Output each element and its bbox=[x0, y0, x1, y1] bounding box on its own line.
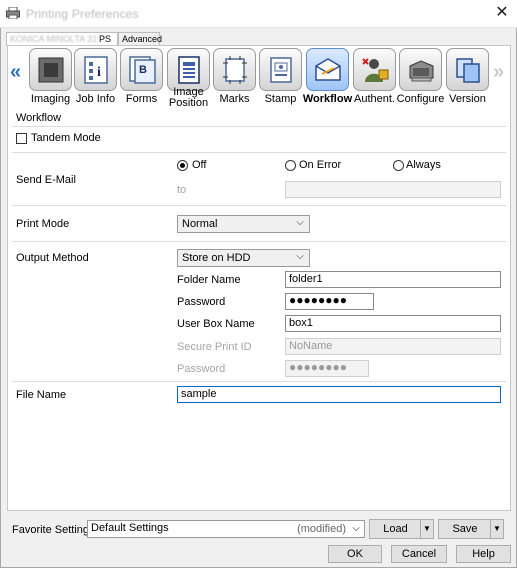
caret-down-icon[interactable]: ▼ bbox=[490, 520, 503, 538]
secure-password-field[interactable]: ●●●●●●●● bbox=[285, 360, 369, 377]
send-email-always-radio[interactable] bbox=[393, 160, 404, 171]
tandem-mode-checkbox[interactable] bbox=[16, 133, 27, 144]
file-name-label: File Name bbox=[16, 389, 67, 401]
send-email-off-radio[interactable] bbox=[177, 160, 188, 171]
forms-icon: B bbox=[120, 48, 163, 91]
output-method-select[interactable]: Store on HDD ⌵ bbox=[177, 249, 310, 267]
version-icon bbox=[446, 48, 489, 91]
file-name-field[interactable]: sample bbox=[177, 386, 501, 403]
tab-model-name: KONICA MINOLTA 3100 PCL bbox=[10, 34, 98, 44]
favorite-setting-label: Favorite Setting bbox=[12, 524, 90, 536]
radio-label: Off bbox=[192, 159, 207, 171]
cancel-button[interactable]: Cancel bbox=[391, 545, 447, 563]
help-button[interactable]: Help bbox=[456, 545, 511, 563]
window-title: Printing Preferences bbox=[26, 7, 139, 21]
send-email-on-error-radio[interactable] bbox=[285, 160, 296, 171]
save-button[interactable]: Save ▼ bbox=[438, 519, 504, 539]
job-info-icon: i bbox=[74, 48, 117, 91]
tab-model-ps[interactable]: KONICA MINOLTA 3100 PCLPS bbox=[6, 32, 118, 46]
print-mode-value: Normal bbox=[182, 218, 218, 230]
section-title: Workflow bbox=[16, 112, 62, 124]
divider bbox=[12, 241, 506, 242]
save-label: Save bbox=[452, 523, 478, 535]
title-bar: Printing Preferences ✕ bbox=[0, 0, 517, 28]
chevron-down-icon: ⌵ bbox=[296, 217, 304, 228]
workflow-icon bbox=[306, 48, 349, 91]
radio-label: Always bbox=[406, 159, 441, 171]
user-box-name-field[interactable]: box1 bbox=[285, 315, 501, 332]
divider bbox=[12, 381, 506, 382]
imaging-icon bbox=[29, 48, 72, 91]
user-box-name-label: User Box Name bbox=[177, 318, 255, 330]
print-mode-select[interactable]: Normal ⌵ bbox=[177, 215, 310, 233]
chevron-down-icon: ⌵ bbox=[296, 251, 304, 262]
print-mode-label: Print Mode bbox=[16, 218, 70, 230]
authentication-icon bbox=[353, 48, 396, 91]
svg-text:B: B bbox=[139, 64, 147, 76]
favorite-setting-select[interactable]: Default Settings (modified) ⌵ bbox=[87, 520, 365, 538]
secure-password-label: Password bbox=[177, 363, 226, 375]
secure-print-id-label: Secure Print ID bbox=[177, 341, 252, 353]
divider bbox=[12, 126, 506, 127]
radio-label: On Error bbox=[299, 159, 342, 171]
tab-model-suffix: PS bbox=[99, 34, 112, 44]
folder-name-field[interactable]: folder1 bbox=[285, 271, 501, 288]
email-to-label: to bbox=[177, 184, 187, 196]
category-version[interactable]: Version bbox=[445, 48, 490, 106]
tab-advanced[interactable]: Advanced bbox=[118, 32, 162, 46]
scroll-right-arrow[interactable]: » bbox=[493, 61, 504, 84]
load-label: Load bbox=[383, 523, 408, 535]
password-label: Password bbox=[177, 296, 226, 308]
chevron-down-icon: ⌵ bbox=[352, 523, 360, 534]
tandem-mode-label: Tandem Mode bbox=[31, 132, 101, 144]
close-button[interactable]: ✕ bbox=[492, 4, 512, 24]
output-method-value: Store on HDD bbox=[182, 252, 251, 264]
secure-print-id-field[interactable]: NoName bbox=[285, 338, 501, 355]
divider bbox=[12, 205, 506, 206]
printer-icon bbox=[6, 7, 20, 19]
favorite-status: (modified) bbox=[297, 523, 346, 535]
stamp-icon bbox=[259, 48, 302, 91]
svg-text:i: i bbox=[97, 65, 101, 80]
output-method-label: Output Method bbox=[16, 252, 89, 264]
favorite-setting-value: Default Settings bbox=[91, 522, 169, 534]
scroll-left-arrow[interactable]: « bbox=[10, 61, 21, 84]
divider bbox=[12, 152, 506, 153]
category-label: Version bbox=[449, 93, 486, 105]
email-to-field[interactable] bbox=[285, 181, 501, 198]
folder-name-label: Folder Name bbox=[177, 274, 241, 286]
send-email-label: Send E-Mail bbox=[16, 174, 76, 186]
caret-down-icon[interactable]: ▼ bbox=[420, 520, 433, 538]
image-position-icon bbox=[167, 48, 210, 91]
ok-button[interactable]: OK bbox=[328, 545, 382, 563]
marks-icon bbox=[213, 48, 256, 91]
password-field[interactable]: ●●●●●●●● bbox=[285, 293, 374, 310]
load-button[interactable]: Load ▼ bbox=[369, 519, 434, 539]
configure-icon bbox=[399, 48, 442, 91]
